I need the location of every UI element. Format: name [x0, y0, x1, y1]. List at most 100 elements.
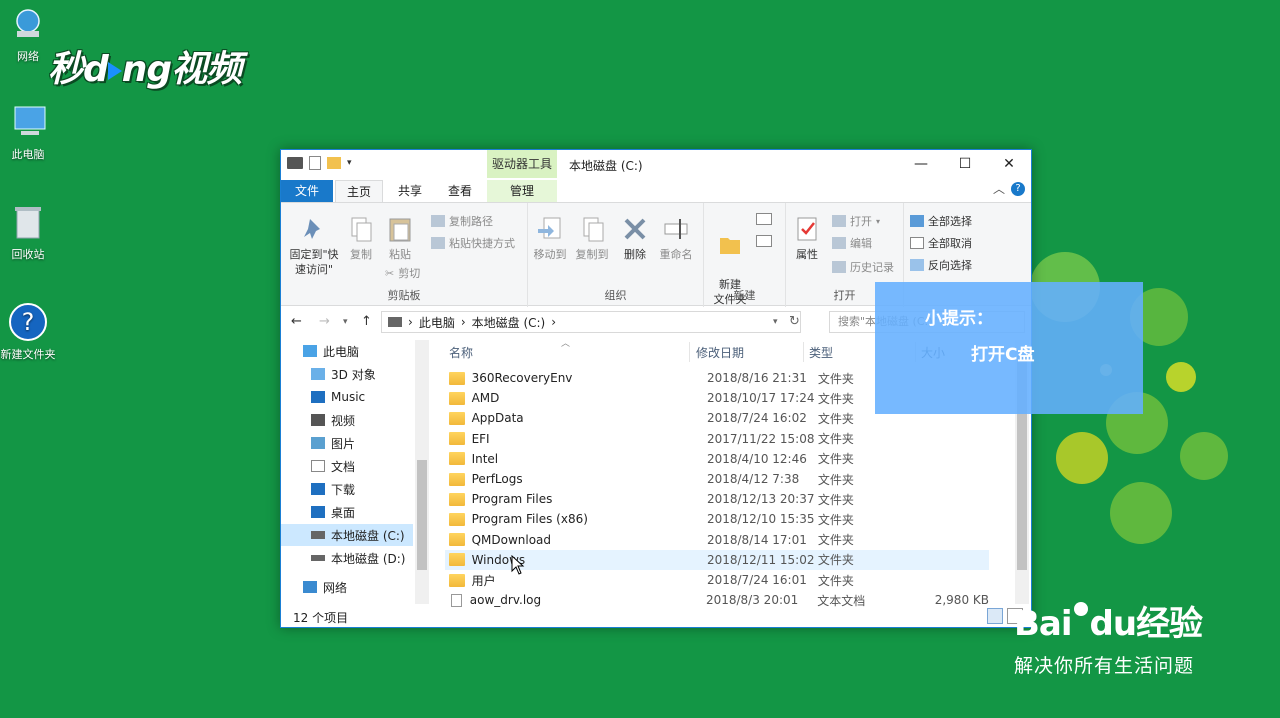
invert-selection-button[interactable]: 反向选择 [910, 257, 972, 273]
breadcrumb-this-pc[interactable]: 此电脑 [419, 314, 455, 331]
file-row[interactable]: Windows 2018/12/11 15:02 文件夹 [445, 549, 989, 570]
new-folder-quick-icon[interactable] [327, 157, 341, 169]
column-header-name[interactable]: 名称 [449, 344, 473, 364]
file-row[interactable]: QMDownload 2018/8/14 17:01 文件夹 [445, 530, 989, 550]
desktop-icon-recycle-bin[interactable]: 回收站 [0, 202, 60, 262]
svg-text:?: ? [22, 308, 35, 336]
nav-item-documents[interactable]: 文档 [281, 455, 413, 477]
paste-shortcut-button[interactable]: 粘贴快捷方式 [431, 235, 515, 251]
file-row[interactable]: Intel 2018/4/10 12:46 文件夹 [445, 449, 989, 469]
file-date: 2018/4/12 7:38 [706, 472, 800, 486]
rename-icon [662, 215, 690, 243]
folder-icon [449, 371, 465, 385]
maximize-button[interactable]: ☐ [943, 150, 987, 178]
cut-button[interactable]: ✂ 剪切 [385, 265, 420, 281]
copy-path-button[interactable]: 复制路径 [431, 213, 493, 229]
drive-icon [311, 555, 325, 561]
tab-home[interactable]: 主页 [335, 180, 383, 202]
minimize-button[interactable]: — [899, 150, 943, 178]
nav-item-label: Music [331, 390, 366, 404]
properties-quick-icon[interactable] [309, 156, 321, 170]
breadcrumb-drive-c[interactable]: 本地磁盘 (C:) [472, 314, 546, 331]
folder-icon [449, 472, 465, 486]
watermark-logo: 秒d ng视频 [48, 40, 242, 92]
help-icon[interactable]: ? [1011, 182, 1025, 196]
copy-button[interactable]: 复制 [343, 215, 379, 262]
desktop-icon-this-pc[interactable]: 此电脑 [0, 102, 60, 162]
nav-item-desktop[interactable]: 桌面 [281, 501, 413, 523]
forward-button[interactable]: → [319, 314, 330, 329]
move-to-button[interactable]: 移动到 [530, 215, 570, 262]
customize-toolbar-icon[interactable]: ▾ [347, 158, 352, 168]
file-type: 文件夹 [817, 432, 854, 447]
tab-share[interactable]: 共享 [385, 180, 435, 202]
nav-scrollbar[interactable] [415, 340, 429, 604]
nav-scrollbar-thumb[interactable] [417, 460, 427, 570]
nav-item-music[interactable]: Music [281, 386, 413, 408]
nav-item-label: 本地磁盘 (D:) [331, 551, 406, 566]
delete-button[interactable]: 删除 [618, 215, 652, 262]
close-button[interactable]: ✕ [987, 150, 1031, 178]
tab-manage[interactable]: 管理 [487, 180, 557, 202]
column-header-date[interactable]: 修改日期 [696, 344, 744, 364]
desktop-icon-label: 新建文件夹 [0, 348, 56, 361]
move-to-icon [536, 215, 564, 243]
file-row[interactable]: EFI 2017/11/22 15:08 文件夹 [445, 429, 989, 449]
column-divider[interactable] [803, 342, 804, 362]
file-date: 2018/10/17 17:24 [706, 391, 815, 406]
open-button[interactable]: 打开 ▾ [832, 213, 880, 229]
nav-item-3d-objects[interactable]: 3D 对象 [281, 363, 413, 385]
copy-to-button[interactable]: 复制到 [572, 215, 612, 262]
nav-item-pictures[interactable]: 图片 [281, 432, 413, 454]
file-row[interactable]: 用户 2018/7/24 16:01 文件夹 [445, 570, 989, 590]
tab-view[interactable]: 查看 [435, 180, 485, 202]
easy-access-icon[interactable] [756, 235, 772, 247]
pin-quick-access-button[interactable]: 固定到"快速访问" [285, 215, 343, 277]
copy-path-icon [431, 215, 445, 227]
file-row[interactable]: Program Files (x86) 2018/12/10 15:35 文件夹 [445, 509, 989, 529]
drive-tools-header: 驱动器工具 [487, 150, 557, 178]
back-button[interactable]: ← [291, 314, 302, 329]
folder-icon [449, 492, 465, 506]
nav-item-videos[interactable]: 视频 [281, 409, 413, 431]
tab-file[interactable]: 文件 [281, 180, 333, 202]
history-label: 历史记录 [850, 261, 894, 274]
recent-locations-button[interactable]: ▾ [343, 317, 348, 327]
copy-icon [347, 215, 375, 243]
rename-button[interactable]: 重命名 [654, 215, 698, 262]
edit-button[interactable]: 编辑 [832, 235, 872, 251]
collapse-ribbon-icon[interactable]: ︿ [993, 180, 1005, 197]
new-folder-icon [716, 230, 744, 258]
paste-button[interactable]: 粘贴 [379, 215, 421, 262]
copy-to-icon [578, 215, 606, 243]
select-all-button[interactable]: 全部选择 [910, 213, 972, 229]
nav-item-network[interactable]: 网络 [281, 576, 413, 598]
paste-shortcut-label: 粘贴快捷方式 [449, 237, 515, 250]
select-none-button[interactable]: 全部取消 [910, 235, 972, 251]
nav-item-this-pc[interactable]: 此电脑 [281, 340, 413, 362]
desktop-icon-new-folder[interactable]: ? 新建文件夹 [0, 302, 60, 362]
column-divider[interactable] [689, 342, 690, 362]
window-title: 本地磁盘 (C:) [569, 159, 643, 173]
file-date: 2018/12/10 15:35 [706, 512, 815, 527]
file-name: EFI [471, 431, 490, 446]
nav-item-downloads[interactable]: 下载 [281, 478, 413, 500]
up-button[interactable]: ↑ [361, 314, 372, 329]
new-item-icon[interactable] [756, 213, 772, 225]
address-dropdown-button[interactable]: ▾ [773, 317, 778, 327]
column-header-type[interactable]: 类型 [809, 344, 833, 364]
nav-item-label: 视频 [331, 413, 356, 428]
nav-item-local-disk-c[interactable]: 本地磁盘 (C:) [281, 524, 413, 546]
details-view-button[interactable] [987, 608, 1003, 624]
file-row[interactable]: Program Files 2018/12/13 20:37 文件夹 [445, 489, 989, 509]
refresh-button[interactable]: ↻ [789, 314, 800, 329]
file-date: 2018/7/24 16:02 [706, 411, 807, 426]
nav-item-local-disk-d[interactable]: 本地磁盘 (D:) [281, 547, 413, 569]
nav-item-label: 网络 [323, 580, 348, 595]
properties-button[interactable]: 属性 [790, 215, 824, 262]
history-button[interactable]: 历史记录 [832, 259, 894, 275]
file-row[interactable]: PerfLogs 2018/4/12 7:38 文件夹 [445, 469, 989, 489]
breadcrumb-separator: › [551, 315, 557, 329]
address-bar[interactable]: › 此电脑 › 本地磁盘 (C:) › [381, 311, 801, 333]
pictures-icon [311, 437, 325, 449]
